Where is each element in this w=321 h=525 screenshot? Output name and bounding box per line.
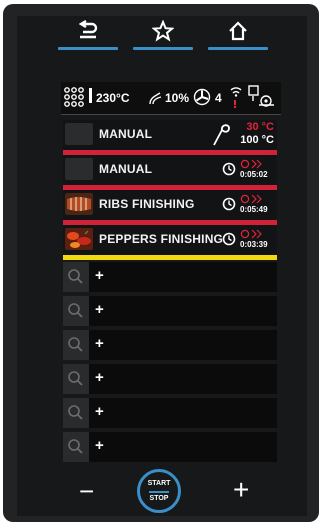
- back-button-underline: [58, 47, 118, 50]
- search-add-icon: [68, 303, 83, 318]
- program-status-stripe: [63, 255, 277, 260]
- timer-state-icon: [240, 194, 262, 204]
- favorites-button-underline: [133, 47, 193, 50]
- slot-gutter: [63, 296, 89, 326]
- temperature-indicator-icon: [89, 88, 92, 103]
- remaining-time: 0:03:39: [240, 240, 268, 249]
- empty-program-slot[interactable]: +: [63, 296, 277, 326]
- core-probe-icon: [213, 124, 230, 146]
- start-stop-button[interactable]: START STOP: [137, 469, 181, 513]
- oven-control-panel: 230°C 10% 4 MANUAL 30 °C 100 °C MANUAL 0…: [3, 4, 319, 522]
- probe-set-temperature: 30 °C: [246, 121, 274, 133]
- probe-actual-temperature: 100 °C: [240, 134, 274, 146]
- search-add-icon: [68, 371, 83, 386]
- home-button[interactable]: [208, 16, 268, 54]
- slot-gutter: [63, 330, 89, 360]
- slot-gutter: [63, 262, 89, 292]
- home-icon: [229, 21, 247, 41]
- clock-icon: [222, 162, 236, 176]
- program-timer: 0:05:02: [222, 159, 274, 181]
- search-add-icon: [68, 337, 83, 352]
- empty-program-slot[interactable]: +: [63, 364, 277, 394]
- add-program-plus: +: [95, 369, 104, 386]
- empty-program-slot[interactable]: +: [63, 398, 277, 428]
- humidity-value: 10%: [165, 91, 190, 105]
- remaining-time: 0:05:02: [240, 170, 268, 179]
- increase-button[interactable]: +: [233, 476, 249, 504]
- humidity-icon: [149, 92, 162, 105]
- fan-speed-value: 4: [215, 91, 222, 105]
- wifi-alert-icon: [230, 87, 242, 109]
- decrease-button[interactable]: −: [79, 478, 94, 504]
- empty-program-slot[interactable]: +: [63, 432, 277, 462]
- add-program-plus: +: [95, 335, 104, 352]
- home-button-underline: [208, 47, 268, 50]
- favorites-button[interactable]: [133, 16, 193, 54]
- oven-temperature: 230°C: [96, 91, 130, 105]
- search-add-icon: [68, 439, 83, 454]
- program-row[interactable]: MANUAL 30 °C 100 °C: [63, 120, 277, 155]
- appliance-settings-icon: [248, 85, 274, 107]
- clock-icon: [222, 232, 236, 246]
- program-row[interactable]: RIBS FINISHING 0:05:49: [63, 190, 277, 225]
- add-program-plus: +: [95, 267, 104, 284]
- slot-gutter: [63, 432, 89, 462]
- timer-state-icon: [240, 159, 262, 169]
- fan-icon: [193, 88, 211, 106]
- slot-gutter: [63, 364, 89, 394]
- program-timer: 0:03:39: [222, 229, 274, 251]
- remaining-time: 0:05:49: [240, 205, 268, 214]
- ribs-thumbnail: [65, 193, 93, 215]
- slot-gutter: [63, 398, 89, 428]
- search-add-icon: [68, 405, 83, 420]
- program-timer: 0:05:49: [222, 194, 274, 216]
- empty-program-slot[interactable]: +: [63, 330, 277, 360]
- cooking-status-bar: 230°C 10% 4: [61, 82, 281, 115]
- add-program-plus: +: [95, 301, 104, 318]
- program-thumbnail: [65, 158, 93, 180]
- program-name: MANUAL: [99, 162, 153, 176]
- program-name: MANUAL: [99, 127, 153, 141]
- empty-program-slot[interactable]: +: [63, 262, 277, 292]
- peppers-thumbnail: [65, 228, 93, 250]
- star-icon: [152, 20, 174, 42]
- stop-label: STOP: [149, 495, 169, 502]
- program-name: PEPPERS FINISHING: [99, 232, 224, 246]
- start-stop-divider: [149, 491, 169, 493]
- program-thumbnail: [65, 123, 93, 145]
- program-row[interactable]: PEPPERS FINISHING 0:03:39: [63, 225, 277, 260]
- add-program-plus: +: [95, 437, 104, 454]
- program-name: RIBS FINISHING: [99, 197, 195, 211]
- start-label: START: [147, 480, 171, 487]
- back-arrow-icon: [78, 20, 98, 39]
- steam-grid-icon: [64, 87, 84, 107]
- clock-icon: [222, 197, 236, 211]
- timer-state-icon: [240, 229, 262, 239]
- search-add-icon: [68, 269, 83, 284]
- back-button[interactable]: [58, 16, 118, 54]
- program-row[interactable]: MANUAL 0:05:02: [63, 155, 277, 190]
- add-program-plus: +: [95, 403, 104, 420]
